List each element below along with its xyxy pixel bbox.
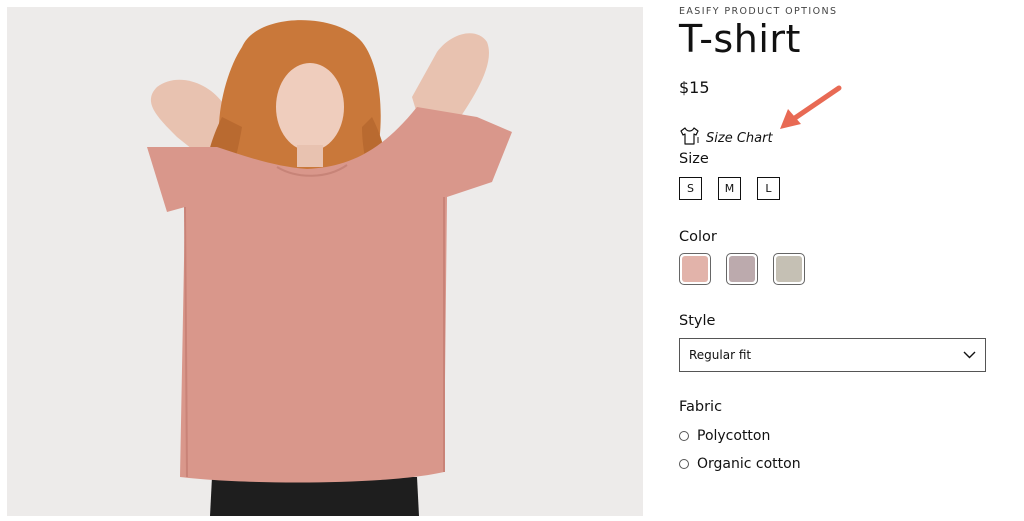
- shirt-icon: [679, 126, 700, 150]
- fabric-label: Fabric: [679, 399, 723, 415]
- model-illustration: [7, 7, 643, 516]
- product-price: $15: [679, 78, 710, 97]
- color-swatch-beige[interactable]: [773, 253, 805, 285]
- style-selected-value: Regular fit: [689, 348, 752, 362]
- fabric-option-label: Organic cotton: [697, 456, 801, 472]
- product-title: T-shirt: [679, 17, 801, 61]
- color-swatch-mauve[interactable]: [726, 253, 758, 285]
- chevron-down-icon: [963, 348, 976, 362]
- size-chart-link[interactable]: Size Chart: [679, 126, 773, 150]
- style-label: Style: [679, 313, 716, 329]
- fabric-option-organic-cotton[interactable]: Organic cotton: [679, 456, 801, 472]
- size-option-s[interactable]: S: [679, 177, 702, 200]
- color-label: Color: [679, 229, 717, 245]
- vendor-label: EASIFY PRODUCT OPTIONS: [679, 6, 838, 17]
- size-option-l[interactable]: L: [757, 177, 780, 200]
- fabric-option-label: Polycotton: [697, 428, 771, 444]
- radio-button[interactable]: [679, 431, 689, 441]
- size-option-m[interactable]: M: [718, 177, 741, 200]
- product-image: [7, 7, 643, 516]
- size-options: S M L: [679, 177, 780, 200]
- annotation-arrow-icon: [774, 82, 844, 136]
- fabric-option-polycotton[interactable]: Polycotton: [679, 428, 770, 444]
- color-swatch-pink[interactable]: [679, 253, 711, 285]
- radio-button[interactable]: [679, 459, 689, 469]
- color-swatches: [679, 253, 805, 285]
- style-select[interactable]: Regular fit: [679, 338, 986, 372]
- size-label: Size: [679, 151, 709, 167]
- size-chart-label: Size Chart: [706, 130, 773, 146]
